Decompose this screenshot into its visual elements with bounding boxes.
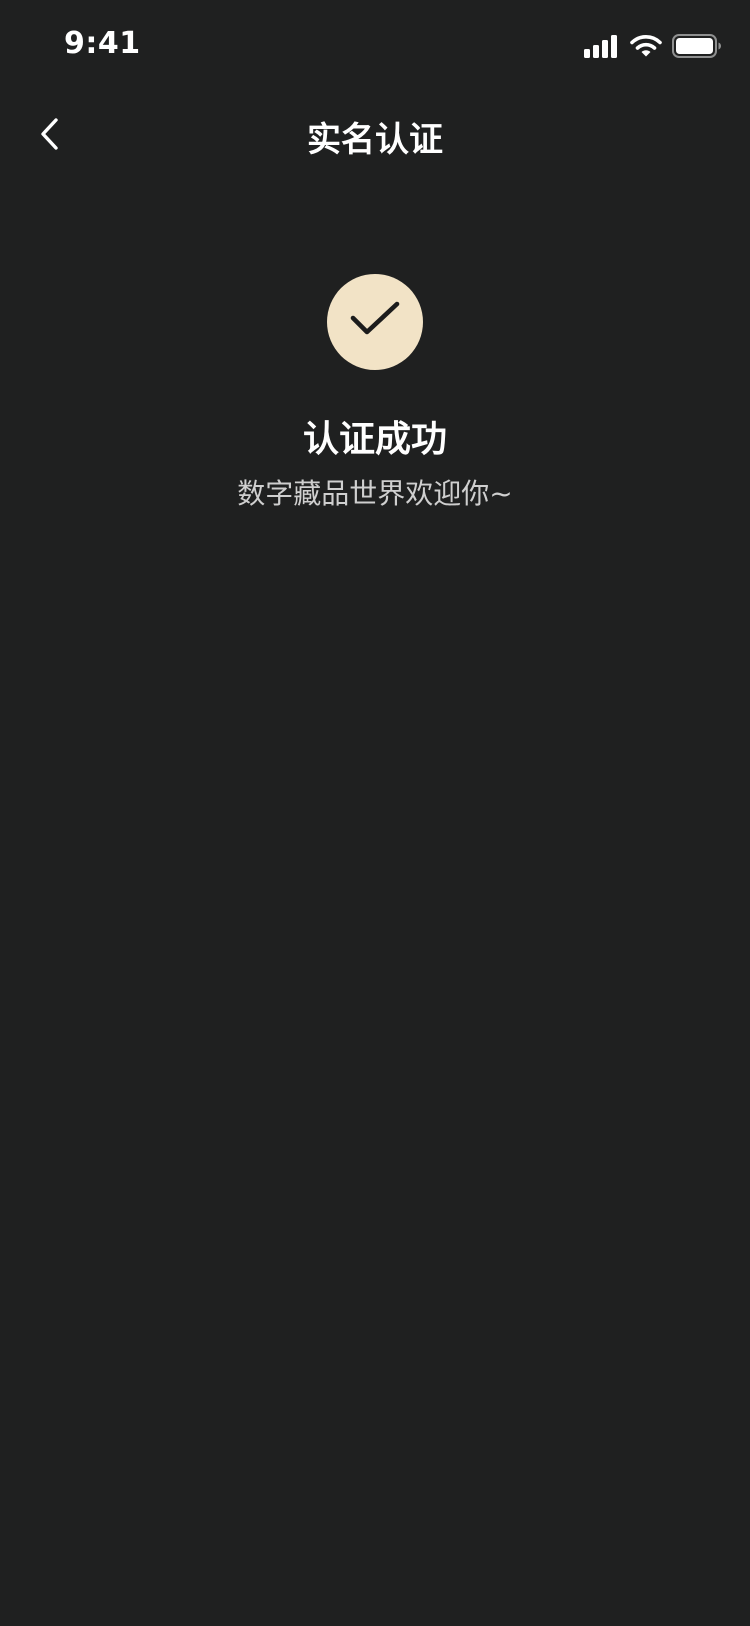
wifi-icon	[630, 34, 662, 58]
nav-bar: 实名认证	[0, 88, 750, 184]
status-icons	[584, 32, 722, 60]
page-title: 实名认证	[307, 120, 443, 160]
battery-icon	[672, 34, 722, 58]
success-badge	[327, 274, 423, 370]
cellular-signal-icon	[584, 34, 620, 58]
check-icon	[349, 300, 401, 344]
success-subtitle: 数字藏品世界欢迎你~	[237, 477, 513, 510]
status-time: 9:41	[64, 26, 141, 61]
success-title: 认证成功	[302, 419, 447, 460]
status-bar: 9:41	[0, 0, 750, 88]
